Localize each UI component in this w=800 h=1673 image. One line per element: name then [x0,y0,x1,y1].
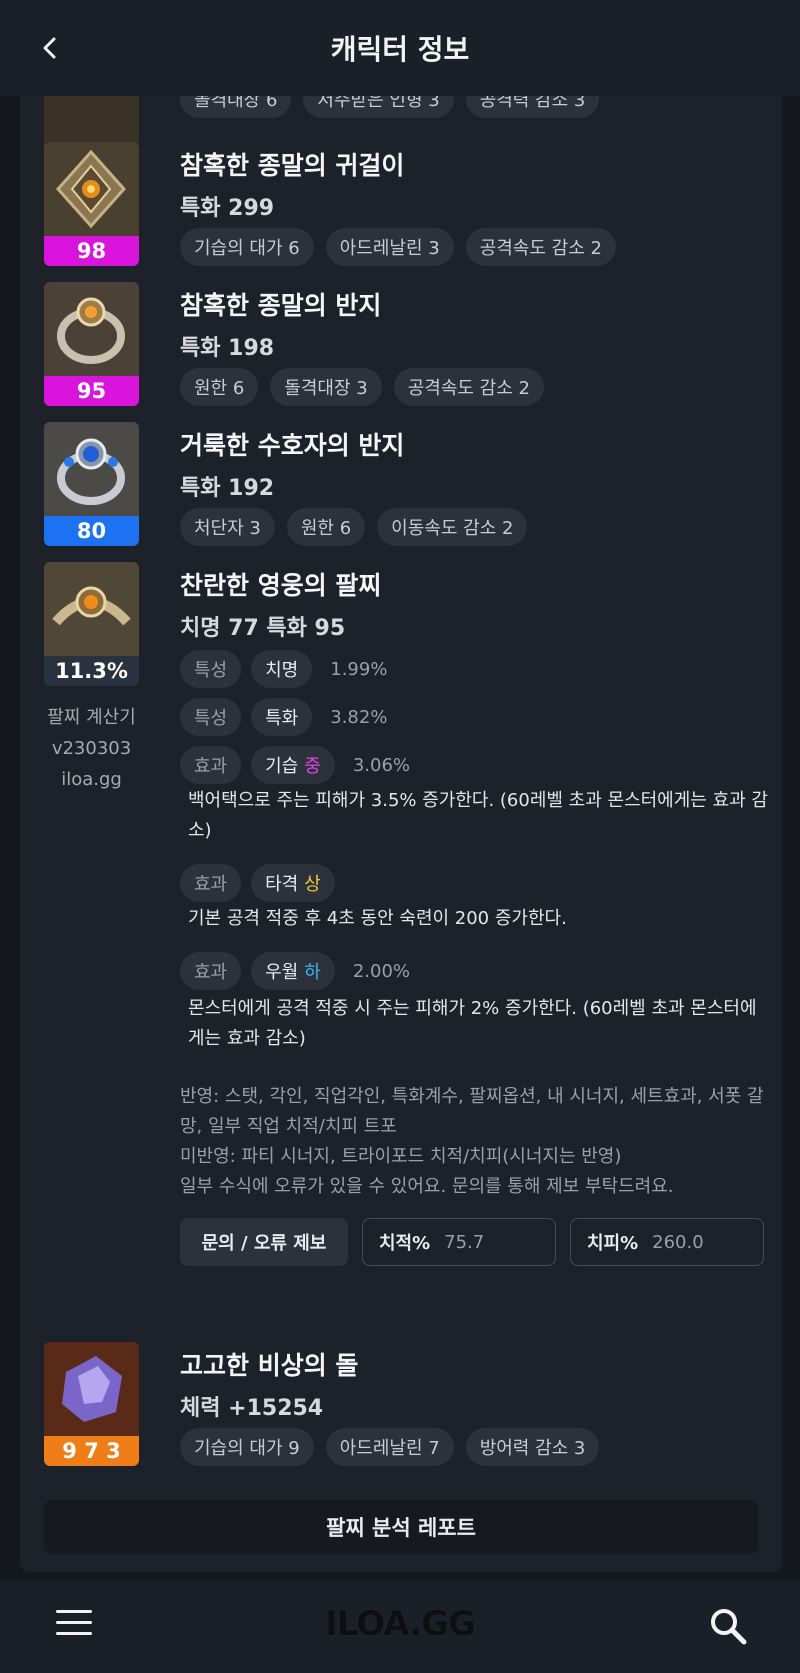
item-stat: 특화 198 [180,336,275,361]
non-reflection-note: 미반영: 파티 시너지, 트라이포드 치적/치피(시너지는 반영) [180,1146,622,1167]
bracelet-percent: 11.3% [44,656,139,686]
engraving-chip: 돌격대장 6 [180,96,292,118]
engraving-chip: 돌격대장 3 [270,368,382,406]
top-header: 캐릭터 정보 [0,0,800,96]
crit-rate-field[interactable]: 치적% 75.7 [362,1218,556,1266]
grade-label: 상 [304,874,321,895]
option-type-tag: 특성 [180,650,242,688]
option-type-tag: 효과 [180,864,242,902]
engraving-chip: 저주받은 인형 3 [303,96,454,118]
option-description: 백어택으로 주는 피해가 3.5% 증가한다. (60레벨 초과 몬스터에게는 … [188,790,768,841]
quality-badge: 95 [44,376,139,406]
item-thumbnail: 98 [44,142,139,266]
engraving-chip: 아드레날린 7 [325,1428,454,1466]
engraving-chip: 공격속도 감소 2 [393,368,544,406]
option-name-tag: 특화 [251,698,313,736]
item-name: 거룩한 수호자의 반지 [180,431,405,460]
option-value: 1.99% [330,658,388,680]
option-name-tag: 타격 상 [251,864,335,902]
item-name: 참혹한 종말의 귀걸이 [180,151,405,180]
option-type-tag: 효과 [180,746,242,784]
item-thumbnail: 9 7 3 [44,1342,139,1466]
engraving-chips: 기습의 대가 9 아드레날린 7 방어력 감소 3 [180,1428,600,1466]
engraving-chip: 아드레날린 3 [325,228,454,266]
back-arrow-icon[interactable] [30,28,70,68]
ring-icon [44,282,139,376]
option-value: 3.82% [330,706,388,728]
engraving-chips: 원한 6 돌격대장 3 공격속도 감소 2 [180,368,544,406]
item-name: 고고한 비상의 돌 [180,1351,359,1380]
bracelet-item[interactable]: 11.3% 팔찌 계산기 v230303 iloa.gg 찬란한 영웅의 팔찌 … [44,562,768,1302]
search-icon[interactable] [706,1604,750,1648]
crit-damage-field[interactable]: 치피% 260.0 [570,1218,764,1266]
option-name-tag: 치명 [251,650,313,688]
ability-stone-icon [44,1342,139,1436]
quality-badge: 98 [44,236,139,266]
bracelet-option-row: 특성 치명 1.99% [180,650,387,688]
site-logo[interactable]: ILOA.GG [0,1604,800,1644]
bracelet-icon [44,562,139,656]
option-value: 2.00% [352,960,410,982]
equipment-panel: 100 돌격대장 6 저주받은 인형 3 공격력 감소 3 98 참혹한 종말의… [20,96,782,1572]
quality-badge: 9 7 3 [44,1436,139,1466]
engraving-chip: 처단자 3 [180,508,275,546]
bracelet-option-row: 효과 타격 상 [180,864,335,902]
item-stat: 체력 +15254 [180,1396,324,1421]
reflection-note: 반영: 스탯, 각인, 직업각인, 특화계수, 팔찌옵션, 내 시너지, 세트효… [180,1086,764,1137]
grade-label: 중 [304,756,321,777]
item-stat: 특화 299 [180,196,275,221]
grade-label: 하 [304,962,321,983]
engraving-chips: 처단자 3 원한 6 이동속도 감소 2 [180,508,528,546]
option-value: 3.06% [352,754,410,776]
bracelet-option-row: 특성 특화 3.82% [180,698,387,736]
engraving-chip: 공격력 감소 3 [465,96,600,118]
engraving-chip: 기습의 대가 9 [180,1428,314,1466]
error-note: 일부 수식에 오류가 있을 수 있어요. 문의를 통해 제보 부탁드려요. [180,1176,674,1197]
engraving-chip: 방어력 감소 3 [465,1428,600,1466]
earring-icon [44,142,139,236]
engraving-chip: 공격속도 감소 2 [465,228,616,266]
engraving-chips: 돌격대장 6 저주받은 인형 3 공격력 감소 3 [180,96,600,118]
engraving-chips: 기습의 대가 6 아드레날린 3 공격속도 감소 2 [180,228,616,266]
page-title: 캐릭터 정보 [330,33,470,66]
bracelet-report-button[interactable]: 팔찌 분석 레포트 [44,1500,758,1554]
bracelet-calculator-label: 팔찌 계산기 v230303 iloa.gg [47,707,136,790]
item-name: 참혹한 종말의 반지 [180,291,382,320]
option-name-tag: 우월 하 [251,952,335,990]
item-thumbnail: 95 [44,282,139,406]
engraving-chip: 기습의 대가 6 [180,228,314,266]
option-type-tag: 특성 [180,698,242,736]
bottom-nav: ILOA.GG [0,1580,800,1673]
item-stat: 특화 192 [180,476,275,501]
engraving-chip: 원한 6 [286,508,366,546]
option-description: 몬스터에게 공격 적중 시 주는 피해가 2% 증가한다. (60레벨 초과 몬… [188,998,757,1049]
item-thumbnail: 80 [44,422,139,546]
report-error-button[interactable]: 문의 / 오류 제보 [180,1218,348,1266]
ring-icon [44,422,139,516]
item-stat: 치명 77 특화 95 [180,616,346,641]
option-description: 기본 공격 적중 후 4초 동안 숙련이 200 증가한다. [188,908,567,929]
quality-badge: 80 [44,516,139,546]
bracelet-option-row: 효과 우월 하 2.00% [180,952,410,990]
item-name: 찬란한 영웅의 팔찌 [180,571,382,600]
bracelet-option-row: 효과 기습 중 3.06% [180,746,410,784]
item-thumbnail: 11.3% [44,562,139,686]
engraving-chip: 원한 6 [180,368,259,406]
engraving-chip: 이동속도 감소 2 [377,508,528,546]
option-name-tag: 기습 중 [251,746,335,784]
option-type-tag: 효과 [180,952,242,990]
